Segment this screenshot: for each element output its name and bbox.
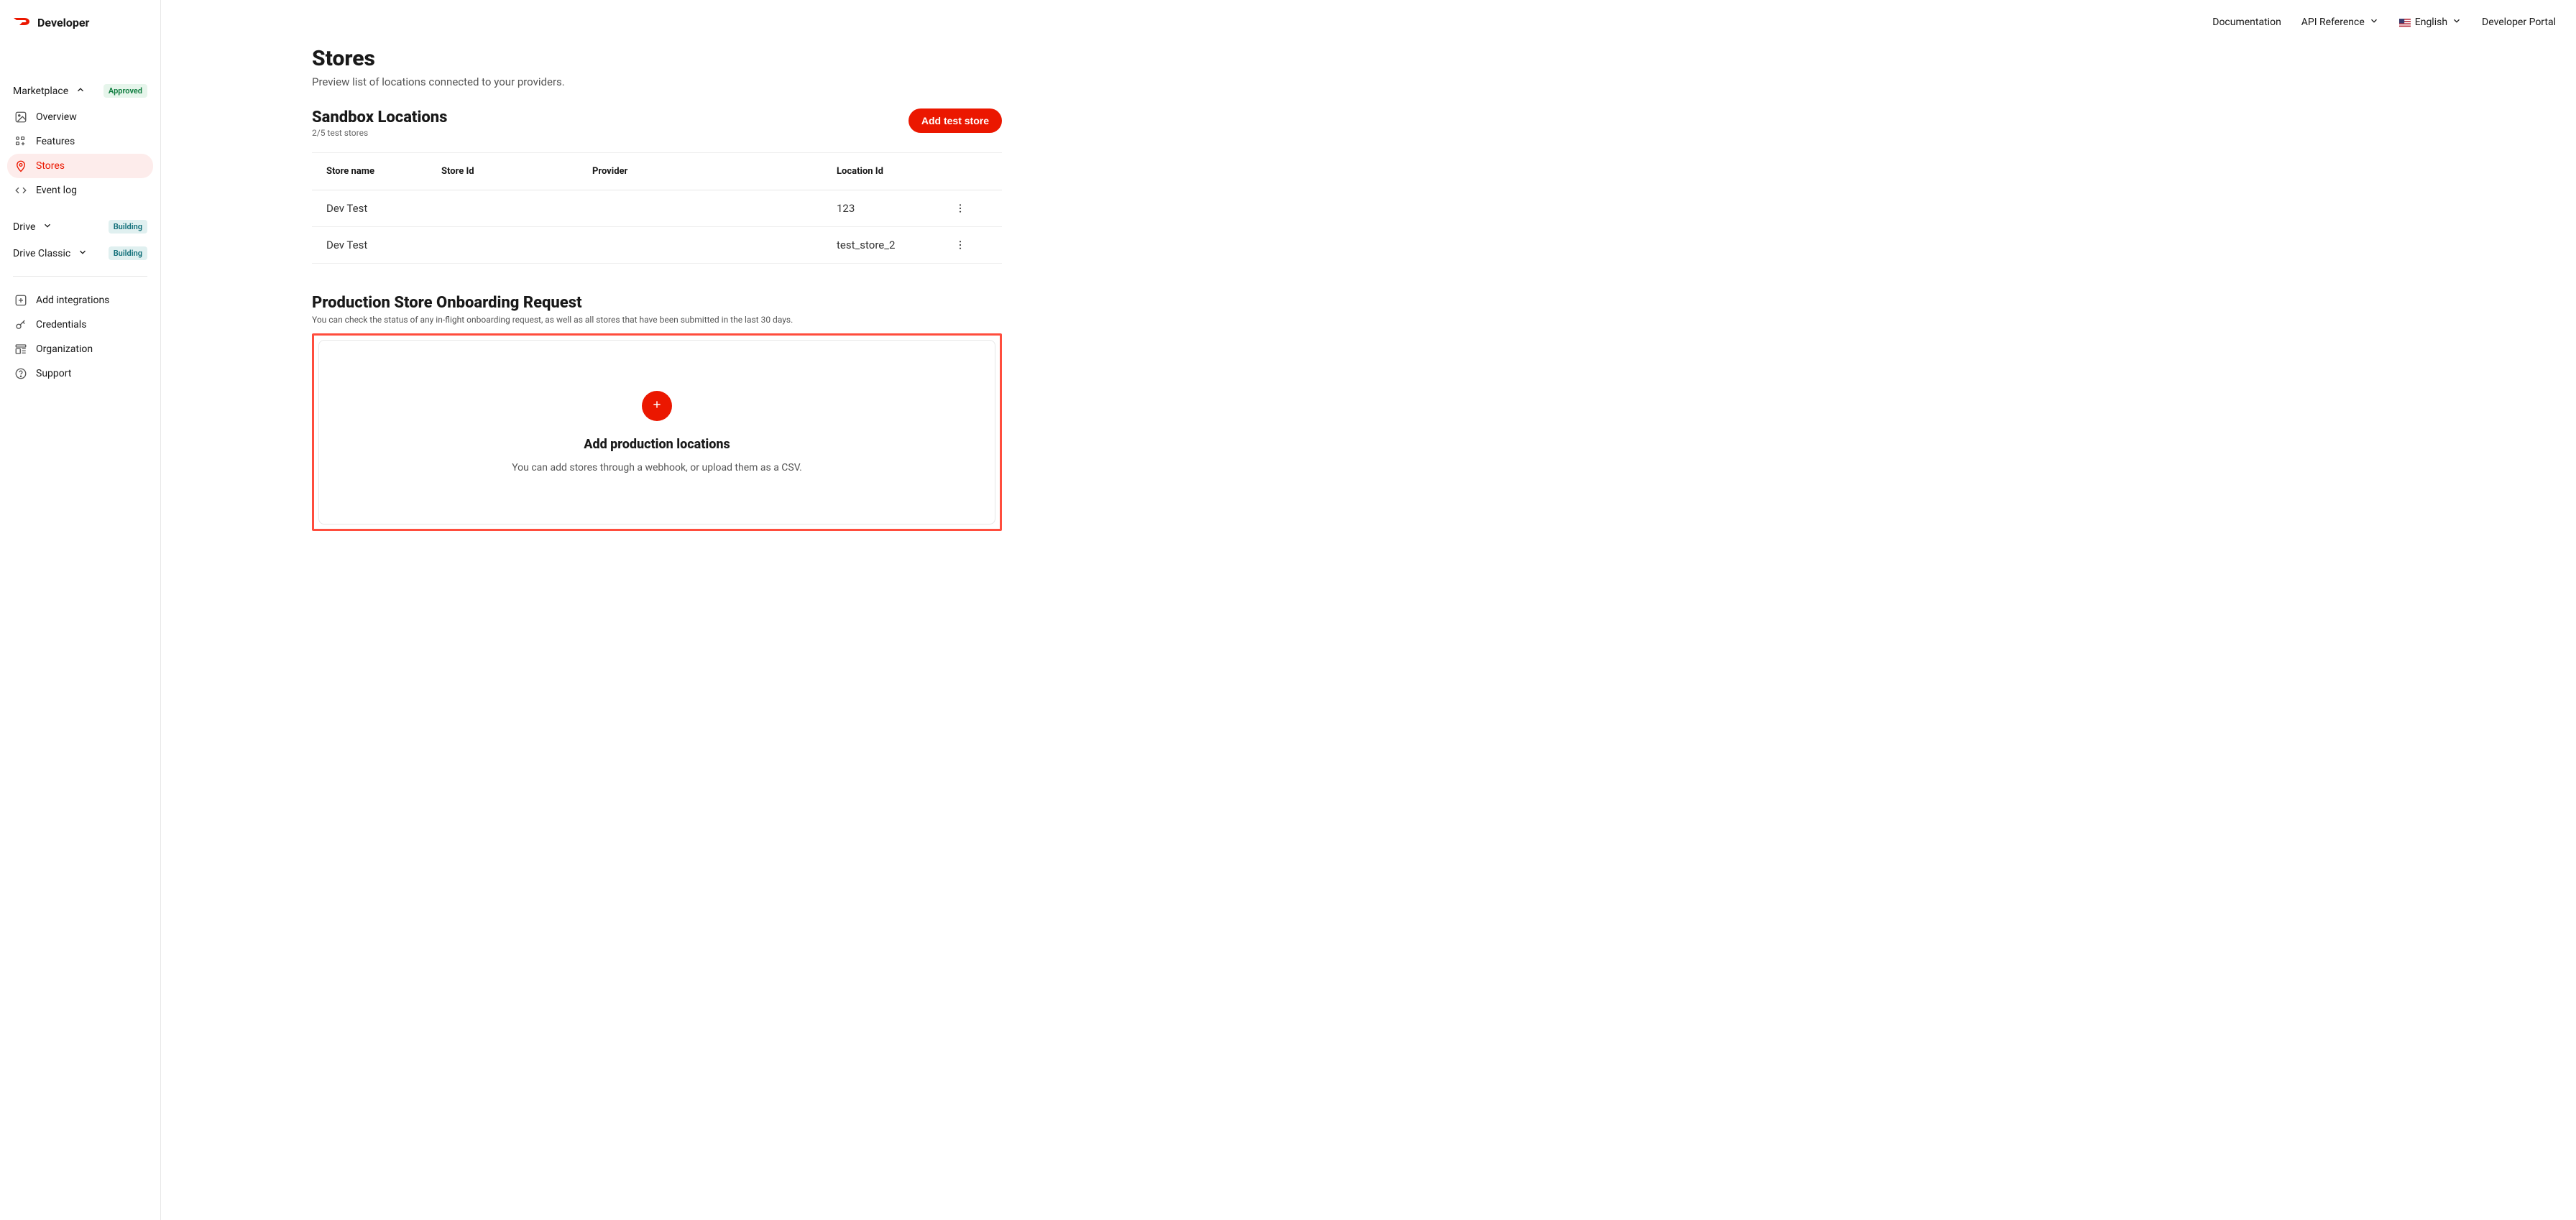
sidebar-item-label: Organization — [36, 343, 93, 355]
row-menu-icon[interactable] — [954, 203, 966, 214]
sidebar-item-support[interactable]: Support — [7, 361, 153, 386]
add-test-store-button[interactable]: Add test store — [908, 108, 1002, 133]
row-menu-icon[interactable] — [954, 239, 966, 251]
sidebar-item-label: Features — [36, 136, 75, 147]
production-subtitle: You can check the status of any in-fligh… — [312, 315, 1002, 325]
sidebar-group-drive[interactable]: Drive Building — [7, 216, 153, 238]
main-content: Documentation API Reference English Deve… — [161, 0, 2576, 1220]
organization-icon — [14, 343, 27, 356]
top-nav: Documentation API Reference English Deve… — [161, 0, 2576, 29]
plus-icon — [651, 399, 663, 413]
sidebar-item-label: Credentials — [36, 319, 86, 331]
sidebar-item-label: Overview — [36, 111, 77, 123]
topnav-label: API Reference — [2301, 17, 2365, 28]
chevron-down-icon — [78, 247, 88, 260]
production-title: Production Store Onboarding Request — [312, 294, 1002, 312]
sidebar-item-label: Add integrations — [36, 295, 109, 306]
production-highlight-frame: Add production locations You can add sto… — [312, 333, 1002, 531]
topnav-api-reference[interactable]: API Reference — [2301, 16, 2379, 29]
sidebar-item-label: Support — [36, 368, 71, 379]
sidebar: Developer Marketplace Approved Over — [0, 0, 161, 1220]
map-pin-icon — [14, 160, 27, 172]
doordash-logo-icon — [13, 17, 30, 29]
cell-location-id: 123 — [837, 202, 937, 215]
brand-text: Developer — [37, 16, 89, 29]
sidebar-group-label: Drive — [13, 221, 35, 233]
sidebar-item-stores[interactable]: Stores — [7, 154, 153, 178]
add-production-button[interactable] — [642, 391, 672, 421]
sidebar-item-features[interactable]: Features — [7, 129, 153, 154]
topnav-label: Documentation — [2212, 17, 2281, 28]
cell-location-id: test_store_2 — [837, 239, 937, 251]
sidebar-item-organization[interactable]: Organization — [7, 337, 153, 361]
topnav-label: Developer Portal — [2482, 17, 2556, 28]
sandbox-title: Sandbox Locations — [312, 108, 447, 126]
sandbox-table: Store name Store Id Provider Location Id… — [312, 152, 1002, 264]
topnav-language[interactable]: English — [2399, 16, 2462, 29]
page-title: Stores — [312, 46, 1002, 71]
chevron-up-icon — [75, 85, 86, 98]
status-badge-building: Building — [109, 220, 147, 234]
col-store-name: Store name — [326, 166, 441, 177]
col-provider: Provider — [592, 166, 837, 177]
sidebar-item-overview[interactable]: Overview — [7, 105, 153, 129]
key-icon — [14, 318, 27, 331]
status-badge-building: Building — [109, 246, 147, 260]
table-row: Dev Test 123 — [312, 190, 1002, 227]
divider — [13, 276, 147, 277]
sidebar-group-marketplace[interactable]: Marketplace Approved — [7, 80, 153, 102]
table-header: Store name Store Id Provider Location Id — [312, 153, 1002, 190]
sidebar-item-add-integrations[interactable]: Add integrations — [7, 288, 153, 313]
table-row: Dev Test test_store_2 — [312, 227, 1002, 264]
status-badge-approved: Approved — [104, 84, 147, 98]
nav-list-footer: Add integrations Credentials Organizatio… — [7, 288, 153, 386]
production-card-subtitle: You can add stores through a webhook, or… — [512, 462, 802, 473]
topnav-documentation[interactable]: Documentation — [2212, 17, 2281, 28]
code-icon — [14, 184, 27, 197]
us-flag-icon — [2399, 19, 2411, 27]
page-subtitle: Preview list of locations connected to y… — [312, 75, 1002, 88]
topnav-label: English — [2415, 17, 2447, 28]
cell-store-name: Dev Test — [326, 239, 441, 251]
grid-plus-icon — [14, 135, 27, 148]
topnav-developer-portal[interactable]: Developer Portal — [2482, 17, 2556, 28]
brand: Developer — [7, 11, 153, 42]
cell-store-name: Dev Test — [326, 202, 441, 215]
chevron-down-icon — [2369, 16, 2379, 29]
sidebar-group-label: Marketplace — [13, 86, 68, 97]
plus-square-icon — [14, 294, 27, 307]
sidebar-item-label: Stores — [36, 160, 65, 172]
sidebar-group-drive-classic[interactable]: Drive Classic Building — [7, 242, 153, 264]
sidebar-item-event-log[interactable]: Event log — [7, 178, 153, 203]
production-card: Add production locations You can add sto… — [318, 340, 995, 524]
sidebar-item-label: Event log — [36, 185, 77, 196]
sidebar-group-label: Drive Classic — [13, 248, 70, 259]
production-card-title: Add production locations — [584, 437, 730, 452]
help-circle-icon — [14, 367, 27, 380]
col-store-id: Store Id — [441, 166, 592, 177]
chevron-down-icon — [2452, 16, 2462, 29]
col-location-id: Location Id — [837, 166, 937, 177]
sandbox-count: 2/5 test stores — [312, 128, 447, 138]
sidebar-item-credentials[interactable]: Credentials — [7, 313, 153, 337]
chevron-down-icon — [42, 221, 52, 234]
image-icon — [14, 111, 27, 124]
nav-list-marketplace: Overview Features Stores — [7, 105, 153, 203]
